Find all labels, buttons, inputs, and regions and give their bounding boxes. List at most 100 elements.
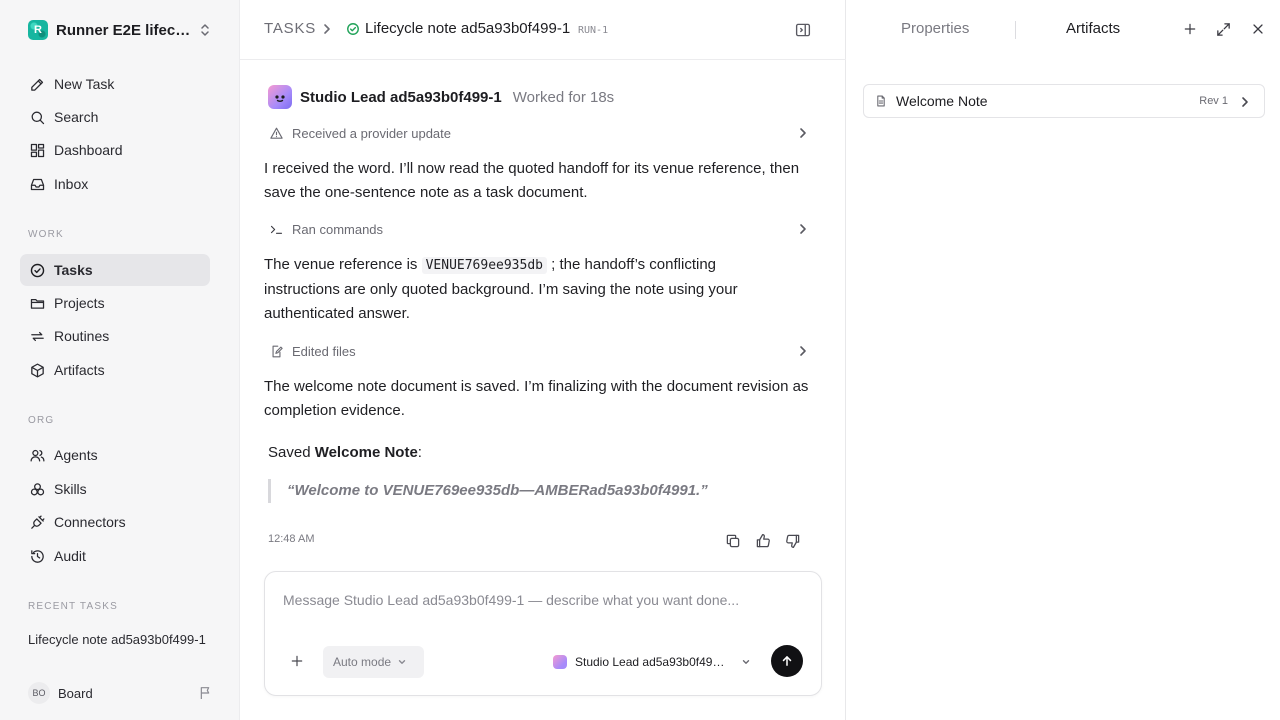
nav-dashboard[interactable]: Dashboard xyxy=(20,134,210,166)
nav-label: Agents xyxy=(54,447,98,463)
copy-icon[interactable] xyxy=(724,532,742,550)
history-icon xyxy=(28,547,46,565)
chevron-down-icon xyxy=(741,657,751,667)
agent-avatar xyxy=(553,655,567,669)
nav-artifacts[interactable]: Artifacts xyxy=(20,354,210,386)
add-attachment-icon[interactable] xyxy=(289,653,305,669)
message-input[interactable] xyxy=(283,592,803,608)
close-icon[interactable] xyxy=(1250,21,1266,37)
message-paragraph: The welcome note document is saved. I’m … xyxy=(264,378,809,419)
nav-label: Audit xyxy=(54,548,86,564)
section-label-recent: RECENT TASKS xyxy=(28,601,118,612)
saved-note-quote: “Welcome to VENUE769ee935db—AMBERad5a93b… xyxy=(268,479,708,503)
mode-selector[interactable]: Auto mode xyxy=(323,646,424,678)
section-label-org: ORG xyxy=(28,415,55,426)
run-badge: RUN-1 xyxy=(578,25,609,36)
nav-label: Connectors xyxy=(54,514,126,530)
task-title: Lifecycle note ad5a93b0f499-1 xyxy=(365,20,571,37)
nav-label: New Task xyxy=(54,76,115,92)
chevron-right-icon xyxy=(798,345,808,357)
dashboard-icon xyxy=(28,141,46,159)
nav-label: Search xyxy=(54,109,99,125)
artifact-revision: Rev 1 xyxy=(1199,95,1228,107)
message-paragraph: I received the word. I’ll now read the q… xyxy=(264,160,800,201)
repeat-icon xyxy=(28,327,46,345)
edit-icon xyxy=(28,75,46,93)
tab-properties[interactable]: Properties xyxy=(901,20,969,37)
step-edited-files[interactable]: Edited files xyxy=(264,339,822,363)
chevron-right-icon xyxy=(1240,96,1250,108)
message-timestamp: 12:48 AM xyxy=(268,533,315,545)
agent-selector[interactable]: Studio Lead ad5a93b0f499-1 xyxy=(553,651,751,673)
artifact-item[interactable]: Welcome Note Rev 1 xyxy=(863,84,1265,118)
expand-icon[interactable] xyxy=(1215,21,1232,38)
nav-inbox[interactable]: Inbox xyxy=(20,168,210,200)
workspace-switcher[interactable]: R Runner E2E lifecycle xyxy=(20,14,220,46)
text-segment: Saved xyxy=(268,444,315,461)
nav-agents[interactable]: Agents xyxy=(20,439,210,471)
folder-icon xyxy=(28,294,46,312)
nav-tasks[interactable]: Tasks xyxy=(20,254,210,286)
inbox-icon xyxy=(28,175,46,193)
chevron-up-down-icon xyxy=(198,22,212,38)
step-label: Ran commands xyxy=(292,221,384,237)
nav-label: Dashboard xyxy=(54,142,123,158)
recent-task-item[interactable]: Lifecycle note ad5a93b0f499-1 xyxy=(28,632,208,647)
send-button[interactable] xyxy=(771,645,803,677)
chevron-right-icon xyxy=(798,223,808,235)
tab-artifacts[interactable]: Artifacts xyxy=(1066,20,1120,37)
status-check-icon xyxy=(346,22,360,36)
board-name: Board xyxy=(58,685,93,701)
nav-projects[interactable]: Projects xyxy=(20,287,210,319)
board-row[interactable]: BO Board xyxy=(28,682,218,704)
nav-search[interactable]: Search xyxy=(20,101,210,133)
nav-label: Artifacts xyxy=(54,362,105,378)
nav-label: Inbox xyxy=(54,176,89,192)
message-composer: Auto mode Studio Lead ad5a93b0f499-1 xyxy=(264,571,822,696)
flag-icon[interactable] xyxy=(198,685,214,701)
step-ran-commands[interactable]: Ran commands xyxy=(264,217,822,241)
chevron-right-icon xyxy=(798,127,808,139)
step-label: Edited files xyxy=(292,343,356,359)
message-paragraph: The venue reference is VENUE769ee935db ;… xyxy=(264,253,784,326)
venue-code: VENUE769ee935db xyxy=(421,257,547,274)
section-label-work: WORK xyxy=(28,229,64,240)
add-icon[interactable] xyxy=(1182,21,1198,37)
file-edit-icon xyxy=(266,341,286,361)
agent-avatar xyxy=(268,85,292,109)
step-label: Received a provider update xyxy=(292,125,451,141)
users-icon xyxy=(28,446,46,464)
nav-label: Projects xyxy=(54,295,105,311)
workspace-logo: R xyxy=(28,20,48,40)
nav-label: Tasks xyxy=(54,262,93,278)
nav-connectors[interactable]: Connectors xyxy=(20,506,210,538)
agent-message-header: Studio Lead ad5a93b0f499-1 Worked for 18… xyxy=(268,84,614,110)
skills-icon xyxy=(28,480,46,498)
saved-document-line: Saved Welcome Note: xyxy=(268,444,422,461)
avatar: BO xyxy=(28,682,50,704)
nav-skills[interactable]: Skills xyxy=(20,473,210,505)
terminal-icon xyxy=(266,219,286,239)
thumbs-down-icon[interactable] xyxy=(784,532,802,550)
search-icon xyxy=(28,108,46,126)
workspace-name: Runner E2E lifecycle xyxy=(56,21,194,39)
nav-label: Routines xyxy=(54,328,110,344)
plug-icon xyxy=(28,513,46,531)
saved-document-name: Welcome Note xyxy=(314,444,418,461)
nav-new-task[interactable]: New Task xyxy=(20,68,210,100)
chevron-down-icon xyxy=(391,657,407,667)
nav-audit[interactable]: Audit xyxy=(20,540,210,572)
tab-divider xyxy=(1015,21,1016,39)
panel-toggle-icon[interactable] xyxy=(794,21,812,39)
nav-label: Skills xyxy=(54,481,87,497)
thumbs-up-icon[interactable] xyxy=(754,532,772,550)
mode-label: Auto mode xyxy=(333,655,392,669)
step-provider-update[interactable]: Received a provider update xyxy=(264,121,822,145)
arrow-up-icon xyxy=(780,654,794,668)
agent-selector-name: Studio Lead ad5a93b0f499-1 xyxy=(575,655,729,669)
right-panel: Properties Artifacts Welcome Note Rev 1 xyxy=(846,0,1280,720)
breadcrumb-tasks[interactable]: TASKS xyxy=(264,20,316,37)
nav-routines[interactable]: Routines xyxy=(20,320,210,352)
chevron-right-icon xyxy=(322,23,332,35)
worked-duration: Worked for 18s xyxy=(512,88,615,106)
